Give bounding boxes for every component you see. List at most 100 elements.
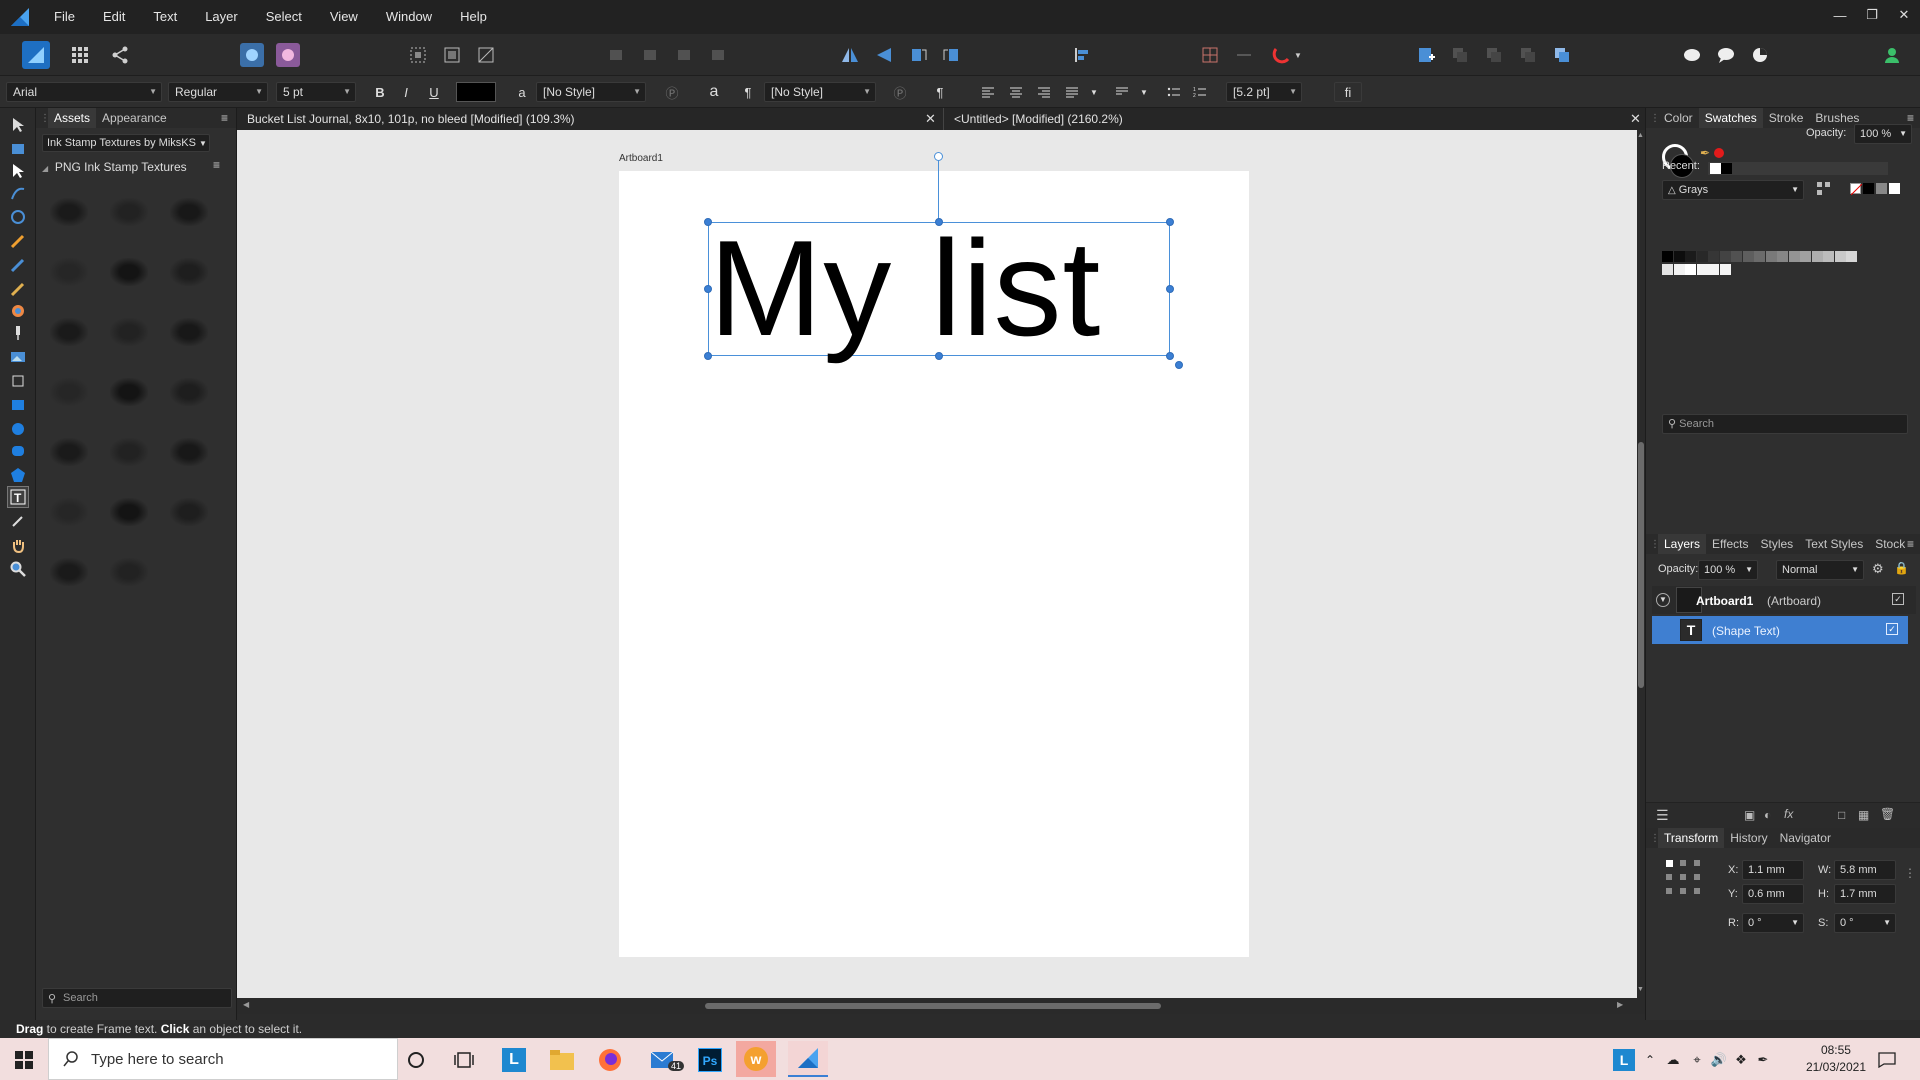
tab-stroke[interactable]: Stroke <box>1763 108 1810 128</box>
tab-text-styles[interactable]: Text Styles <box>1799 534 1869 554</box>
vector-crop-tool-icon[interactable] <box>7 206 29 228</box>
firefox-icon[interactable] <box>590 1043 630 1077</box>
picture-frame-tool-icon[interactable] <box>7 346 29 368</box>
recent-color-dot[interactable] <box>1714 148 1724 158</box>
pie-icon[interactable] <box>1748 43 1772 67</box>
gray-swatch[interactable] <box>1811 251 1823 262</box>
gray-swatch[interactable] <box>1823 251 1834 262</box>
artistic-text[interactable]: My list <box>709 213 1101 363</box>
ink-texture-thumbnail[interactable] <box>110 498 148 526</box>
gray-swatch[interactable] <box>1685 251 1696 262</box>
minimize-button[interactable]: — <box>1824 0 1856 30</box>
font-style-select[interactable]: Regular ▼ <box>168 82 268 102</box>
dropbox-icon[interactable]: ❖ <box>1730 1043 1752 1077</box>
ink-texture-thumbnail[interactable] <box>170 258 208 286</box>
font-family-select[interactable]: Arial ▼ <box>6 82 162 102</box>
align-left-icon[interactable] <box>978 82 998 102</box>
bold-button[interactable]: B <box>370 82 390 102</box>
gray-swatch[interactable] <box>1754 251 1765 262</box>
resize-handle-top[interactable] <box>935 218 943 226</box>
eyedropper-tool-icon[interactable] <box>7 510 29 532</box>
transparency-tool-icon[interactable] <box>7 322 29 344</box>
speech-bubble-icon[interactable] <box>1714 43 1738 67</box>
swatch-black[interactable] <box>1863 183 1874 194</box>
align-icon[interactable] <box>1070 43 1094 67</box>
ink-texture-thumbnail[interactable] <box>110 198 148 226</box>
master-page-icon[interactable] <box>706 43 730 67</box>
layer-visibility-checkbox[interactable]: ✓ <box>1886 623 1898 635</box>
layer-visibility-checkbox[interactable]: ✓ <box>1892 593 1904 605</box>
mask-icon[interactable]: ▣ <box>1744 808 1755 822</box>
tab-color[interactable]: Color <box>1658 108 1699 128</box>
arrange-backward-icon[interactable] <box>1482 43 1506 67</box>
menu-view[interactable]: View <box>316 0 372 34</box>
recent-swatch-white[interactable] <box>1710 163 1721 174</box>
gray-swatch[interactable] <box>1834 251 1846 262</box>
close-tab-icon[interactable]: ✕ <box>1630 108 1641 130</box>
panel-grip-icon[interactable]: ⋮ <box>1646 833 1660 844</box>
alignment-options-chevron-icon[interactable]: ▼ <box>1084 82 1104 102</box>
gray-swatch[interactable] <box>1800 251 1811 262</box>
gray-swatch[interactable] <box>1788 251 1800 262</box>
gray-swatch[interactable] <box>1719 264 1731 275</box>
gray-swatch[interactable] <box>1765 251 1777 262</box>
gray-swatch[interactable] <box>1662 251 1673 262</box>
blend-mode-select[interactable]: Normal ▼ <box>1776 560 1864 580</box>
gray-swatch[interactable] <box>1719 251 1731 262</box>
numbered-list-icon[interactable]: 12 <box>1190 82 1210 102</box>
menu-edit[interactable]: Edit <box>89 0 139 34</box>
force-pixel-icon[interactable] <box>1232 43 1256 67</box>
swatch-none[interactable] <box>1850 183 1863 196</box>
lock-aspect-icon[interactable]: ⋮ <box>1904 866 1916 880</box>
selected-text-frame[interactable]: My list <box>708 213 1170 363</box>
ink-texture-thumbnail[interactable] <box>50 438 88 466</box>
gray-swatch[interactable] <box>1696 264 1708 275</box>
rotate-left-icon[interactable] <box>906 43 930 67</box>
italic-button[interactable]: I <box>396 82 416 102</box>
asset-group-menu-icon[interactable]: ≡ <box>213 158 220 172</box>
x-position-field[interactable]: 1.1 mm <box>1742 860 1804 880</box>
gray-swatch[interactable] <box>1777 251 1788 262</box>
height-field[interactable]: 1.7 mm <box>1834 884 1896 904</box>
ink-texture-thumbnail[interactable] <box>50 498 88 526</box>
pen-icon[interactable]: ✒ <box>1752 1043 1774 1077</box>
snapping-grid-icon[interactable] <box>1198 43 1222 67</box>
gray-swatch[interactable] <box>1742 251 1754 262</box>
character-style-options-icon[interactable]: Ⓟ <box>662 82 682 102</box>
layer-row-artboard1[interactable]: ▼ Artboard1 (Artboard) ✓ <box>1652 586 1916 614</box>
onedrive-icon[interactable]: ☁ <box>1662 1043 1684 1077</box>
tab-bucket-list-journal[interactable]: Bucket List Journal, 8x10, 101p, no blee… <box>237 108 937 130</box>
cortana-icon[interactable] <box>396 1043 436 1077</box>
account-icon[interactable] <box>1880 43 1904 67</box>
menu-window[interactable]: Window <box>372 0 446 34</box>
justify-icon[interactable] <box>1062 82 1082 102</box>
ink-texture-thumbnail[interactable] <box>50 318 88 346</box>
bullet-list-icon[interactable] <box>1164 82 1184 102</box>
close-tab-icon[interactable]: ✕ <box>925 108 936 130</box>
gray-swatch[interactable] <box>1846 251 1857 262</box>
ink-texture-thumbnail[interactable] <box>110 258 148 286</box>
horizontal-scrollbar[interactable]: ◀ ▶ <box>237 998 1645 1014</box>
arrange-front-icon[interactable] <box>1550 43 1574 67</box>
tab-effects[interactable]: Effects <box>1706 534 1754 554</box>
ink-texture-thumbnail[interactable] <box>170 318 208 346</box>
vector-brush-tool-icon[interactable] <box>7 254 29 276</box>
tab-appearance[interactable]: Appearance <box>96 108 173 128</box>
ink-texture-thumbnail[interactable] <box>170 378 208 406</box>
mail-icon[interactable]: 41 <box>644 1043 685 1077</box>
close-window-button[interactable]: ✕ <box>1888 0 1920 30</box>
publisher-persona-icon[interactable] <box>22 41 50 69</box>
panel-menu-icon[interactable]: ≡ <box>1907 537 1914 551</box>
ink-texture-thumbnail[interactable] <box>110 378 148 406</box>
menu-layer[interactable]: Layer <box>191 0 252 34</box>
rectangle-tool-icon[interactable] <box>7 394 29 416</box>
color-opacity-field[interactable]: 100 % ▼ <box>1854 124 1912 144</box>
notifications-icon[interactable] <box>1870 1043 1904 1077</box>
designer-persona-icon[interactable] <box>240 43 264 67</box>
pen-tool-icon[interactable] <box>7 182 29 204</box>
gray-swatch[interactable] <box>1662 264 1673 275</box>
pencil-tool-icon[interactable] <box>7 230 29 252</box>
gray-swatch[interactable] <box>1673 264 1685 275</box>
tab-stock[interactable]: Stock <box>1869 534 1911 554</box>
ink-texture-thumbnail[interactable] <box>50 198 88 226</box>
